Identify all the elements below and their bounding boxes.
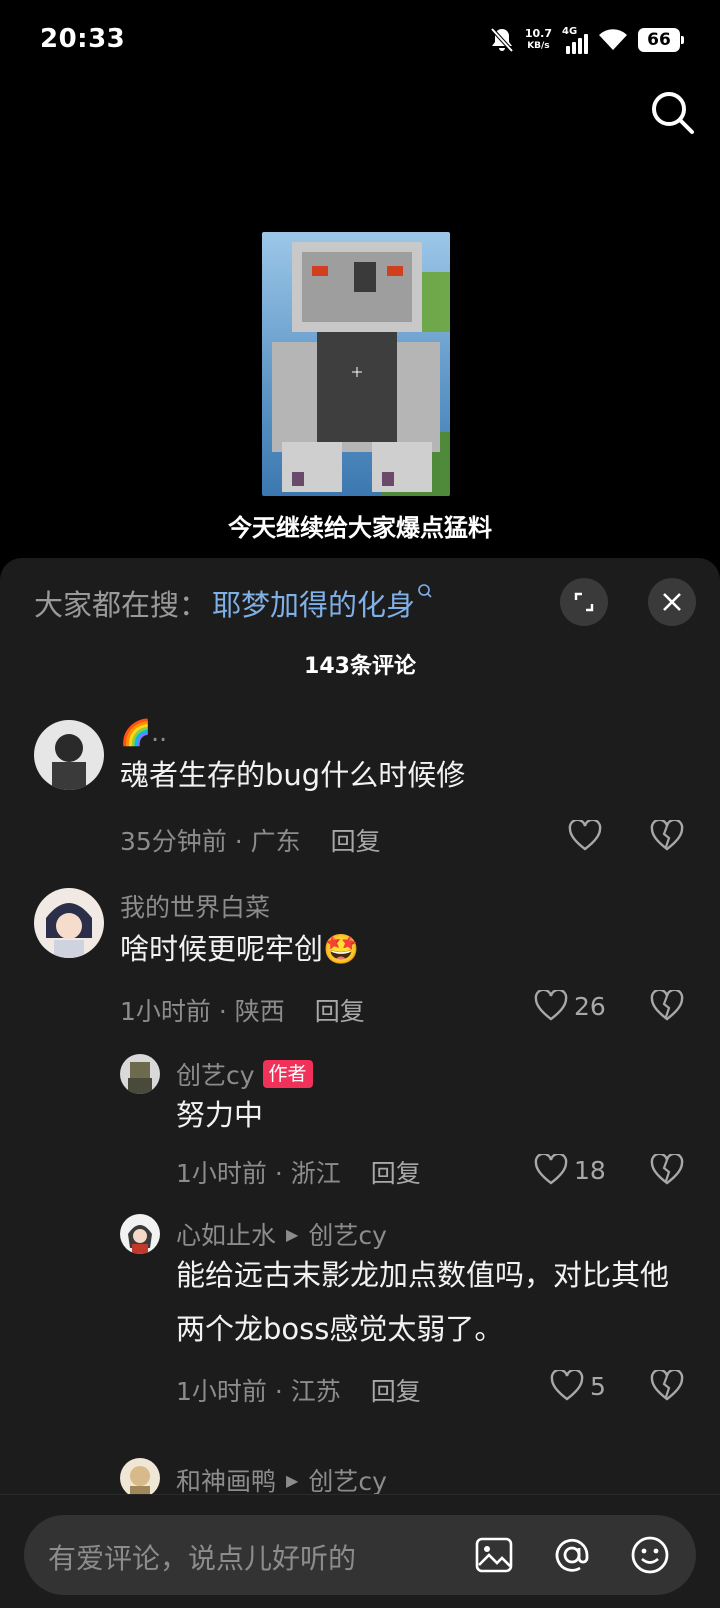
dislike-button[interactable] [650, 1152, 684, 1190]
comment-panel: 大家都在搜： 耶梦加得的化身 143条评论 🌈.. 魂者生存的bug什么时候修 … [0, 558, 720, 1608]
author-name: 和神画鸭 [176, 1467, 277, 1496]
broken-heart-icon [650, 988, 684, 1021]
comment-text: 啥时候更呢牢创🤩 [120, 932, 360, 966]
video-player[interactable] [262, 232, 450, 496]
broken-heart-icon [650, 1152, 684, 1185]
comment-time-location: 1小时前 · 江苏 [176, 1377, 341, 1406]
like-button[interactable]: 26 [534, 990, 606, 1022]
net-speed-value: 10.7 [524, 27, 552, 40]
comment-time-location: 1小时前 · 陕西 [120, 997, 285, 1026]
bell-off-icon [490, 27, 514, 53]
hot-search-term[interactable]: 耶梦加得的化身 [212, 582, 415, 624]
avatar[interactable] [120, 1458, 160, 1498]
broken-heart-icon [650, 1368, 684, 1401]
comment-text: 努力中 [176, 1098, 264, 1132]
comment-text-line1: 能给远古末影龙加点数值吗，对比其他 [176, 1258, 670, 1292]
comment-author[interactable]: 心如止水 ▶ 创艺cy [176, 1216, 387, 1252]
avatar[interactable] [120, 1054, 160, 1094]
comment-author[interactable]: 和神画鸭 ▶ 创艺cy [176, 1462, 387, 1498]
reply-button[interactable]: 回复 [371, 1377, 421, 1406]
expand-button[interactable] [560, 578, 608, 626]
avatar[interactable] [34, 720, 104, 790]
comment-meta: 35分钟前 · 广东 回复 [120, 822, 381, 858]
like-count: 5 [590, 1371, 606, 1401]
status-icons: 10.7 KB/s 4G 66 [489, 26, 684, 54]
comment-time-location: 35分钟前 · 广东 [120, 827, 301, 856]
reply-button[interactable]: 回复 [315, 997, 365, 1026]
signal-icon: 4G [562, 26, 588, 54]
avatar[interactable] [34, 888, 104, 958]
expand-icon [574, 592, 594, 612]
search-icon [417, 583, 433, 604]
comment-text: 魂者生存的bug什么时候修 [120, 758, 466, 792]
emoji-icon[interactable] [626, 1531, 674, 1579]
comment-time-location: 1小时前 · 浙江 [176, 1159, 341, 1188]
comment-meta: 1小时前 · 江苏 回复 [176, 1372, 421, 1408]
avatar[interactable] [120, 1214, 160, 1254]
dislike-button[interactable] [650, 818, 684, 856]
author-name: 心如止水 [176, 1221, 277, 1250]
comment-meta: 1小时前 · 陕西 回复 [120, 992, 365, 1028]
reply-to-name[interactable]: 创艺cy [308, 1462, 387, 1498]
wifi-icon [599, 29, 627, 50]
search-icon[interactable] [648, 88, 698, 138]
like-count: 18 [574, 1155, 606, 1185]
comment-meta: 1小时前 · 浙江 回复 [176, 1154, 421, 1190]
status-bar: 20:33 10.7 KB/s 4G 66 [0, 0, 720, 84]
hot-search-bar[interactable]: 大家都在搜： 耶梦加得的化身 [34, 582, 433, 624]
comment-author[interactable]: 创艺cy 作者 [176, 1056, 313, 1092]
reply-button[interactable]: 回复 [371, 1159, 421, 1188]
author-tag: 作者 [262, 1060, 313, 1088]
hot-search-label: 大家都在搜： [34, 588, 209, 622]
close-icon [663, 593, 681, 611]
dislike-button[interactable] [650, 988, 684, 1026]
heart-icon [550, 1370, 584, 1401]
like-button[interactable] [568, 820, 608, 852]
heart-icon [534, 1154, 568, 1185]
comment-count: 143条评论 [304, 654, 416, 679]
comment-text-line2: 两个龙boss感觉太弱了。 [176, 1312, 504, 1346]
comment-input[interactable]: 有爱评论，说点儿好听的 [24, 1515, 696, 1595]
reply-to-name[interactable]: 创艺cy [308, 1216, 387, 1252]
reply-arrow-icon: ▶ [286, 1470, 299, 1490]
image-icon[interactable] [470, 1531, 518, 1579]
heart-icon [534, 990, 568, 1021]
input-placeholder: 有爱评论，说点儿好听的 [48, 1542, 357, 1575]
battery-icon: 66 [638, 28, 684, 52]
comment-input-bar: 有爱评论，说点儿好听的 [0, 1494, 720, 1608]
net-speed-unit: KB/s [527, 41, 550, 51]
video-caption: 今天继续给大家爆点猛料 [228, 514, 492, 542]
heart-icon [568, 820, 602, 851]
mention-icon[interactable] [548, 1531, 596, 1579]
author-name: 创艺cy [176, 1061, 255, 1090]
dislike-button[interactable] [650, 1368, 684, 1406]
like-button[interactable]: 18 [534, 1154, 606, 1186]
reply-arrow-icon: ▶ [286, 1224, 299, 1244]
reply-button[interactable]: 回复 [331, 827, 381, 856]
broken-heart-icon [650, 818, 684, 851]
comment-author[interactable]: 我的世界白菜 [120, 888, 270, 924]
like-button[interactable]: 5 [550, 1370, 606, 1402]
like-count: 26 [574, 991, 606, 1021]
net-speed: 10.7 KB/s [525, 28, 552, 52]
close-button[interactable] [648, 578, 696, 626]
comment-author[interactable]: 🌈.. [120, 718, 167, 748]
status-time: 20:33 [40, 24, 126, 54]
